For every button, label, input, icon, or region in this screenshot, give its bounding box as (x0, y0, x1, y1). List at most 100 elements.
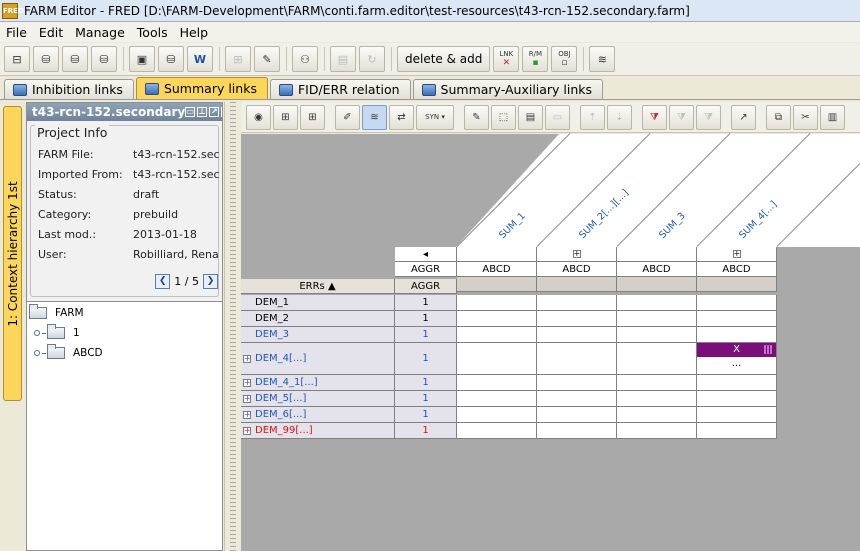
matrix-cell[interactable] (537, 375, 617, 391)
column-expander[interactable] (457, 247, 537, 262)
comment-button[interactable]: ▭ (545, 104, 570, 130)
matrix-cell[interactable] (697, 327, 777, 343)
matrix-cell[interactable] (457, 423, 537, 439)
cut-button[interactable]: ✂ (793, 104, 818, 130)
errs-sort-header[interactable]: ERRs ▲ (241, 279, 395, 294)
binoculars-icon-button[interactable]: ⚇ (292, 46, 318, 72)
row-label-dem-3[interactable]: DEM_3 (241, 327, 395, 343)
open-project-button[interactable]: ⊟ (4, 46, 30, 72)
move-up-button[interactable]: ⇡ (580, 104, 605, 130)
copy-button[interactable]: ⧉ (766, 104, 791, 130)
database-2-button[interactable]: ⛁ (62, 46, 88, 72)
link-marker[interactable]: X (697, 343, 776, 357)
splitter[interactable] (224, 102, 240, 551)
matrix-cell[interactable] (697, 407, 777, 423)
rm-button[interactable]: R/M ▪ (522, 46, 549, 72)
matrix-cell[interactable] (697, 423, 777, 439)
expand-icon[interactable]: + (732, 250, 741, 258)
paste-button[interactable]: ▥ (820, 104, 845, 130)
collapse-columns-arrow[interactable]: ◂ (395, 247, 457, 262)
tree-node[interactable]: 1 (34, 324, 80, 339)
expand-handle-icon[interactable] (34, 350, 40, 356)
word-export-button[interactable]: W (187, 46, 213, 72)
context-hierarchy-side-tab[interactable]: 1: Context hierarchy 1st (3, 106, 22, 401)
matrix-cell[interactable] (617, 295, 697, 311)
link-button[interactable]: LNK ✕ (493, 46, 520, 72)
select-button[interactable]: ⬚ (491, 104, 516, 130)
matrix-cell[interactable]: X (457, 295, 537, 311)
matrix-cell[interactable] (537, 343, 617, 375)
matrix-cell[interactable] (457, 407, 537, 423)
matrix-cell[interactable] (617, 391, 697, 407)
matrix-cell[interactable] (697, 391, 777, 407)
next-page-button[interactable]: ❯ (203, 274, 218, 289)
matrix-cell[interactable] (457, 343, 537, 375)
layers-toggle-button[interactable]: ≋ (362, 104, 387, 130)
row-label-dem-2[interactable]: DEM_2 (241, 311, 395, 327)
menu-manage[interactable]: Manage (69, 25, 131, 40)
matrix-cell[interactable] (537, 407, 617, 423)
filter-clear-button[interactable]: ⧩ (642, 104, 667, 130)
column-expander[interactable] (617, 247, 697, 262)
menu-edit[interactable]: Edit (33, 25, 69, 40)
structure-button[interactable]: ⊞ (225, 46, 251, 72)
expand-icon[interactable]: + (572, 250, 581, 258)
minimize-icon[interactable]: ▭ (185, 107, 196, 117)
matrix-cell[interactable] (617, 375, 697, 391)
column-expander[interactable]: + (697, 247, 777, 262)
matrix-cell[interactable] (537, 327, 617, 343)
row-label-dem-6-[interactable]: + DEM_6[...] (241, 407, 395, 423)
highlight-button[interactable]: ✎ (464, 104, 489, 130)
filter-remove-button[interactable]: ⧩ (696, 104, 721, 130)
matrix-cell[interactable]: X (457, 311, 537, 327)
database-icon-button[interactable]: ⛁ (33, 46, 59, 72)
sync-button[interactable]: ⇄ (389, 104, 414, 130)
layers-button[interactable]: ≋ (589, 46, 616, 72)
row-label-dem-4-1-[interactable]: + DEM_4_1[...] (241, 375, 395, 391)
tab-fid-err-relation[interactable]: FID/ERR relation (269, 79, 411, 99)
document-button[interactable]: ▤ (330, 46, 356, 72)
expand-row-icon[interactable]: + (243, 378, 251, 387)
matrix-cell[interactable] (617, 327, 697, 343)
delete-and-add-button[interactable]: delete & add (397, 46, 491, 72)
tab-summary-auxiliary-links[interactable]: Summary-Auxiliary links (412, 79, 604, 99)
matrix-cell[interactable] (617, 311, 697, 327)
matrix-cell[interactable] (617, 423, 697, 439)
filter-edit-button[interactable]: ✐ (335, 104, 360, 130)
tab-summary-links[interactable]: Summary links (135, 77, 268, 99)
matrix-cell[interactable] (537, 391, 617, 407)
matrix-cell[interactable]: X (457, 327, 537, 343)
menu-file[interactable]: File (0, 25, 33, 40)
float-icon[interactable]: ↗ (209, 107, 220, 117)
expand-row-icon[interactable]: + (243, 394, 251, 403)
tree-node-root[interactable]: FARM (29, 304, 84, 319)
add-column-button[interactable]: ⊞ (273, 104, 298, 130)
row-label-dem-4-[interactable]: + DEM_4[...] (241, 343, 395, 375)
matrix-cell[interactable] (537, 295, 617, 311)
syn-dropdown-button[interactable]: SYN ▾ (416, 104, 454, 130)
obj-button[interactable]: OBJ ▫ (551, 46, 578, 72)
matrix-cell[interactable]: X... (697, 343, 777, 375)
tree-node[interactable]: ABCD (34, 344, 103, 359)
matrix-cell[interactable] (617, 407, 697, 423)
expand-handle-icon[interactable] (34, 330, 40, 336)
row-label-dem-5-[interactable]: + DEM_5[...] (241, 391, 395, 407)
matrix-cell[interactable] (457, 375, 537, 391)
matrix-cell[interactable] (697, 375, 777, 391)
row-label-dem-99-[interactable]: + DEM_99[...] (241, 423, 395, 439)
tab-inhibition-links[interactable]: Inhibition links (4, 79, 134, 99)
eraser-button[interactable]: ✎ (254, 46, 280, 72)
screenshot-button[interactable]: ◉ (246, 104, 271, 130)
save-button[interactable]: ▣ (129, 46, 155, 72)
matrix-cell[interactable] (537, 311, 617, 327)
refresh-button[interactable]: ↻ (359, 46, 385, 72)
filter-button[interactable]: ⧩ (669, 104, 694, 130)
menu-help[interactable]: Help (174, 25, 215, 40)
column-expander[interactable]: + (537, 247, 617, 262)
expand-row-icon[interactable]: + (243, 354, 251, 363)
matrix-cell[interactable] (697, 295, 777, 311)
export-matrix-button[interactable]: ↗ (731, 104, 756, 130)
database-compare-button[interactable]: ⛁ (91, 46, 117, 72)
matrix-cell[interactable] (617, 343, 697, 375)
close-icon[interactable]: ✕ (221, 107, 222, 117)
